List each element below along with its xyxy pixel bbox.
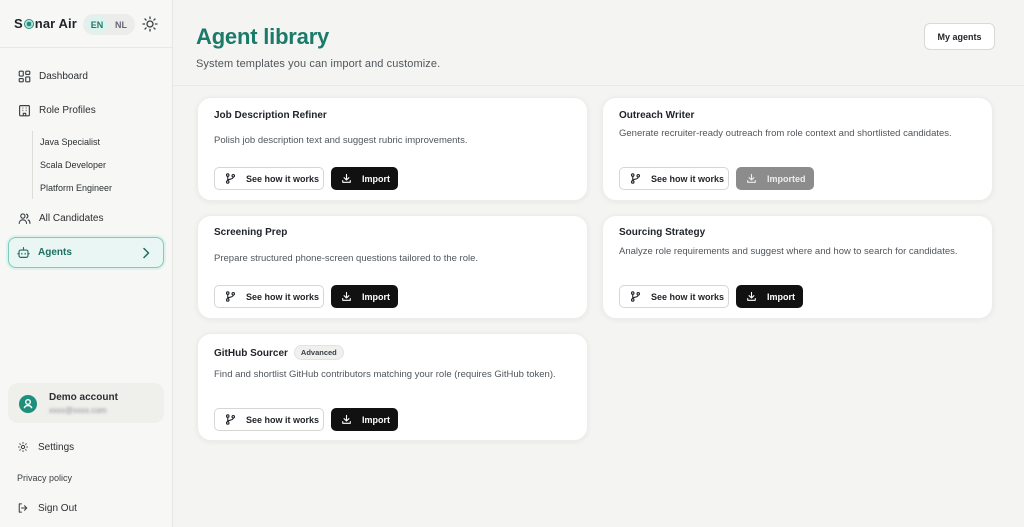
agent-card: GitHub Sourcer Advanced Find and shortlis…	[197, 333, 588, 441]
import-button[interactable]: Import	[331, 167, 398, 190]
git-branch-icon	[225, 291, 236, 302]
dashboard-icon	[18, 70, 31, 82]
button-label: See how it works	[651, 291, 725, 302]
page-subtitle: System templates you can import and cust…	[196, 58, 441, 70]
button-label: Import	[362, 291, 390, 302]
imported-button[interactable]: Imported	[736, 167, 814, 190]
agent-card-description: Analyze role requirements and suggest wh…	[619, 246, 958, 257]
sidebar-item-label: Agents	[38, 247, 72, 258]
download-icon	[746, 291, 757, 302]
git-branch-icon	[630, 291, 641, 302]
button-label: See how it works	[246, 173, 320, 184]
header-divider	[173, 85, 1024, 86]
language-toggle: EN NL	[83, 14, 135, 35]
chevron-right-icon	[143, 247, 150, 259]
agent-card: Sourcing Strategy Analyze role requireme…	[602, 215, 993, 319]
download-icon	[341, 291, 352, 302]
brand-suffix: nar Air	[34, 16, 77, 31]
agent-card: Job Description Refiner Polish job descr…	[197, 97, 588, 201]
see-how-it-works-button[interactable]: See how it works	[214, 285, 324, 308]
agent-card-title: Job Description Refiner	[214, 110, 327, 121]
sidebar-item-role-profiles[interactable]: Role Profiles	[10, 96, 164, 124]
avatar	[19, 395, 37, 413]
sidebar-item-label: All Candidates	[39, 212, 104, 224]
agent-card-title: Sourcing Strategy	[619, 227, 706, 238]
sidebar-header: S nar Air EN NL	[0, 0, 172, 48]
download-icon	[341, 414, 352, 425]
privacy-policy-link[interactable]: Privacy policy	[17, 473, 72, 483]
sidebar-item-agents[interactable]: Agents	[8, 237, 164, 268]
see-how-it-works-button[interactable]: See how it works	[214, 167, 324, 190]
see-how-it-works-button[interactable]: See how it works	[619, 285, 729, 308]
sign-out-label: Sign Out	[38, 502, 77, 514]
agent-card-description: Polish job description text and suggest …	[214, 135, 468, 146]
page-title: Agent library	[196, 24, 330, 49]
user-icon	[23, 398, 33, 409]
import-button[interactable]: Import	[736, 285, 803, 308]
agent-card-title: Screening Prep	[214, 227, 288, 238]
sidebar-item-all-candidates[interactable]: All Candidates	[10, 204, 164, 232]
bot-icon	[17, 247, 30, 258]
sidebar-subitem-scala-developer[interactable]: Scala Developer	[40, 160, 106, 170]
sun-icon[interactable]	[142, 16, 158, 32]
sub-nav-rail	[32, 131, 33, 199]
sign-out-icon	[18, 503, 28, 513]
button-label: Imported	[767, 173, 806, 184]
download-icon	[341, 173, 352, 184]
button-label: Import	[362, 173, 390, 184]
import-button[interactable]: Import	[331, 285, 398, 308]
agent-card-title: Outreach Writer	[619, 110, 695, 121]
brand-logo[interactable]: S nar Air	[14, 16, 77, 31]
brand-prefix: S	[14, 16, 23, 31]
sidebar: S nar Air EN NL Dashboard Role Profiles …	[0, 0, 173, 527]
agent-card-title: GitHub Sourcer Advanced	[214, 345, 344, 360]
git-branch-icon	[630, 173, 641, 184]
advanced-badge: Advanced	[293, 345, 344, 360]
lang-nl-button[interactable]: NL	[109, 16, 133, 33]
settings-link[interactable]: Settings	[17, 441, 74, 453]
agent-card-description: Generate recruiter-ready outreach from r…	[619, 128, 952, 139]
account-card[interactable]: Demo account xxxx@xxxx.com	[8, 383, 164, 423]
sidebar-item-dashboard[interactable]: Dashboard	[10, 62, 164, 90]
agent-card: Screening Prep Prepare structured phone-…	[197, 215, 588, 319]
git-branch-icon	[225, 173, 236, 184]
button-label: Import	[767, 291, 795, 302]
see-how-it-works-button[interactable]: See how it works	[619, 167, 729, 190]
users-icon	[18, 212, 31, 224]
settings-label: Settings	[38, 441, 75, 453]
import-button[interactable]: Import	[331, 408, 398, 431]
sidebar-subitem-platform-engineer[interactable]: Platform Engineer	[40, 183, 112, 193]
button-label: See how it works	[246, 291, 320, 302]
sidebar-item-label: Role Profiles	[39, 104, 96, 116]
account-name: Demo account	[49, 392, 118, 403]
button-label: Import	[362, 414, 390, 425]
building-icon	[19, 104, 30, 116]
agent-card-description: Find and shortlist GitHub contributors m…	[214, 369, 556, 380]
lang-en-button[interactable]: EN	[85, 16, 109, 33]
sign-out-link[interactable]: Sign Out	[17, 502, 77, 514]
agent-card: Outreach Writer Generate recruiter-ready…	[602, 97, 993, 201]
agent-card-description: Prepare structured phone-screen question…	[214, 253, 479, 264]
download-icon	[746, 173, 757, 184]
account-email: xxxx@xxxx.com	[49, 406, 107, 415]
agent-card-title-text: GitHub Sourcer	[214, 348, 288, 359]
my-agents-button[interactable]: My agents	[924, 23, 995, 50]
git-branch-icon	[225, 414, 236, 425]
sidebar-subitem-java-specialist[interactable]: Java Specialist	[40, 137, 100, 147]
button-label: See how it works	[651, 173, 725, 184]
see-how-it-works-button[interactable]: See how it works	[214, 408, 324, 431]
button-label: See how it works	[246, 414, 320, 425]
brand-o-icon	[23, 18, 34, 29]
gear-icon	[18, 442, 28, 452]
sidebar-item-label: Dashboard	[39, 70, 88, 82]
